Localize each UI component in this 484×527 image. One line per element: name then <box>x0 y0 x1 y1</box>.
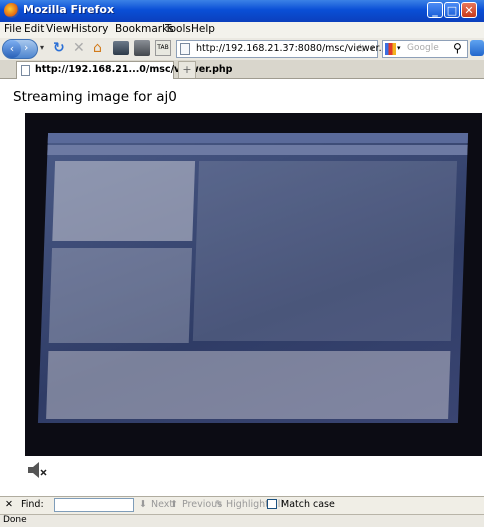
find-close-button[interactable]: ✕ <box>5 499 13 510</box>
muted-speaker-icon[interactable] <box>27 460 49 480</box>
find-previous-arrow-icon: ⬆ <box>170 499 178 510</box>
history-dropdown-icon[interactable]: ▾ <box>40 38 44 58</box>
close-button[interactable]: ✕ <box>461 2 477 18</box>
addon-toolbar-icon[interactable] <box>470 40 484 56</box>
screenshot-addon-icon[interactable] <box>113 41 129 55</box>
search-engine-dropdown-icon[interactable]: ▾ <box>397 44 401 52</box>
firefox-logo-icon <box>4 3 19 18</box>
search-icon[interactable]: ⚲ <box>453 41 462 55</box>
menu-edit[interactable]: Edit <box>24 23 44 35</box>
bookmark-star-icon[interactable]: ☆ <box>355 41 366 55</box>
menu-history[interactable]: History <box>71 23 108 35</box>
tab-viewer[interactable]: http://192.168.21...0/msc/viewer.php <box>16 61 232 79</box>
tab-addon-icon[interactable]: TAB <box>155 40 171 56</box>
tab-page-icon <box>21 65 30 76</box>
url-bar[interactable]: http://192.168.21.37:8080/msc/viewer.php… <box>176 40 400 58</box>
highlight-icon: ✎ <box>215 499 223 510</box>
window-title: Mozilla Firefox <box>23 3 115 16</box>
minimize-button[interactable]: _ <box>427 2 443 18</box>
new-tab-button[interactable]: + <box>178 61 196 78</box>
search-box[interactable]: ▾ Google ⚲ <box>382 40 468 58</box>
find-next-arrow-icon: ⬇ <box>139 499 147 510</box>
home-icon[interactable]: ⌂ <box>93 38 102 58</box>
search-input[interactable]: Google <box>407 43 439 53</box>
title-bar: Mozilla Firefox _ □ ✕ <box>0 0 484 22</box>
reload-icon[interactable]: ↻ <box>53 38 65 58</box>
tab-label[interactable]: http://192.168.21...0/msc/viewer.php <box>35 64 232 75</box>
status-text: Done <box>3 515 27 525</box>
status-bar: Done <box>0 514 484 527</box>
google-logo-icon[interactable] <box>385 43 396 55</box>
forward-button[interactable]: › <box>24 41 28 54</box>
page-heading: Streaming image for aj0 <box>13 89 177 105</box>
match-case-label[interactable]: Match case <box>281 499 335 510</box>
addon-icon[interactable] <box>134 40 150 56</box>
find-label: Find: <box>21 499 44 510</box>
menu-file[interactable]: File <box>4 23 22 35</box>
streaming-image <box>25 113 482 456</box>
maximize-button[interactable]: □ <box>444 2 460 18</box>
menu-tools[interactable]: Tools <box>165 23 191 35</box>
navigation-toolbar: ‹ › ▾ ↻ ✕ ⌂ TAB http://192.168.21.37:808… <box>0 38 484 60</box>
menu-view[interactable]: View <box>46 23 71 35</box>
menu-bar: File Edit View History Bookmarks Tools H… <box>0 22 484 38</box>
page-icon <box>180 43 190 55</box>
find-bar: ✕ Find: ⬇ Next ⬆ Previous ✎ Highlight al… <box>0 496 484 514</box>
menu-help[interactable]: Help <box>191 23 215 35</box>
streamed-screen-photo <box>37 133 469 423</box>
back-forward-group: ‹ › <box>2 39 38 59</box>
match-case-checkbox[interactable] <box>267 499 277 509</box>
back-button[interactable]: ‹ <box>3 40 21 58</box>
stop-icon[interactable]: ✕ <box>73 38 85 58</box>
find-input[interactable] <box>54 498 134 512</box>
tab-strip: http://192.168.21...0/msc/viewer.php + <box>0 60 484 79</box>
url-dropdown-icon[interactable]: ▾ <box>370 44 374 53</box>
